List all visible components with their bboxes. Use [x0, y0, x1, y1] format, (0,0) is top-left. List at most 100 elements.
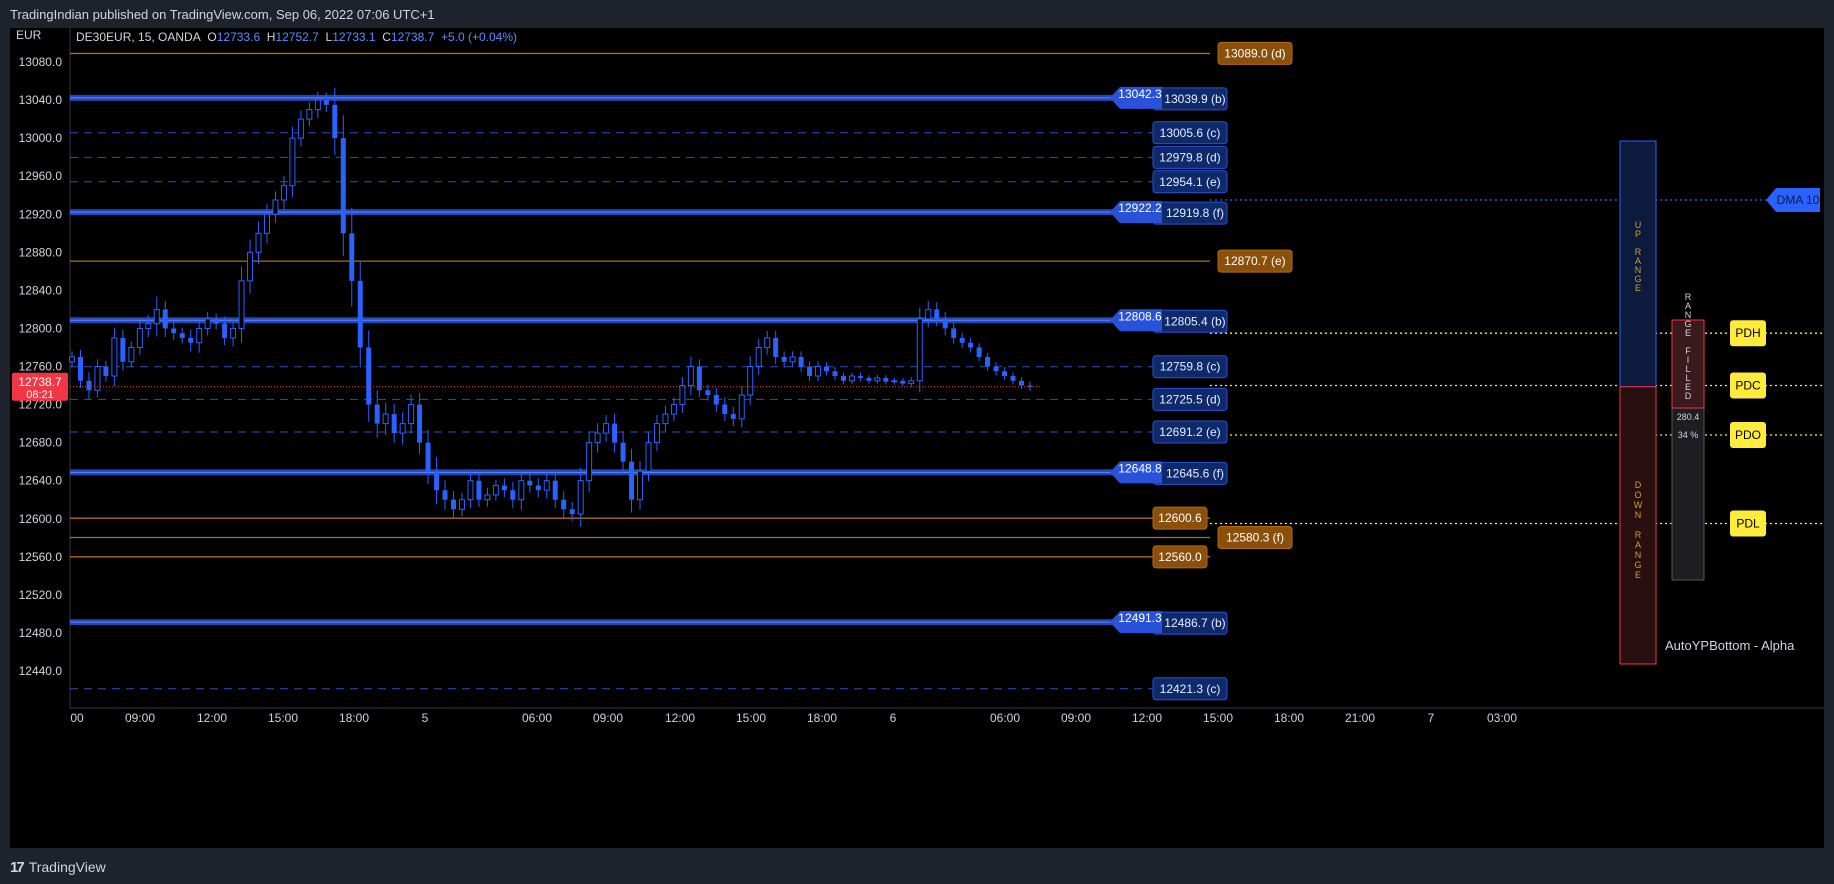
- y-tick-label: 12480.0: [19, 626, 63, 640]
- blue-level-label: 12648.8: [1118, 461, 1162, 475]
- candle-body-up: [747, 366, 754, 396]
- candle-body-down: [188, 337, 194, 343]
- candle-body-down: [840, 376, 846, 381]
- dma-label: DMA 10: [1777, 193, 1820, 207]
- candle-body-up: [670, 404, 677, 415]
- x-tick-label: 21:00: [1345, 711, 1375, 725]
- candle-body-down: [705, 390, 711, 396]
- orange-level-tag: 12870.7 (e): [1224, 254, 1285, 268]
- last-price-label: 12738.7: [18, 375, 62, 389]
- candle-body-down: [510, 490, 516, 500]
- x-tick-label: 09:00: [1061, 711, 1091, 725]
- x-tick-label: 00: [70, 711, 84, 725]
- blue-level-label: 13042.3: [1118, 87, 1162, 101]
- candle-body-up: [662, 413, 669, 425]
- chart-area[interactable]: EUR 13080.0 13040.0 13000.0 12960.0 12920.0 12…: [10, 28, 1824, 848]
- candle-body-down: [425, 442, 431, 472]
- x-tick-label: 12:00: [1132, 711, 1162, 725]
- y-tick-label: 12560.0: [19, 550, 63, 564]
- candle-body-down: [1010, 376, 1016, 381]
- dashed-level-tag: 12759.8 (c): [1160, 360, 1221, 374]
- dashed-level-tag: 12691.2 (e): [1159, 425, 1220, 439]
- prev-day-label: PDL: [1736, 517, 1760, 531]
- legend-l: 12733.1: [332, 30, 382, 44]
- candle-body-down: [120, 337, 126, 362]
- candle-body-up: [306, 109, 313, 120]
- candle-body-down: [417, 404, 423, 443]
- price-chart[interactable]: EUR 13080.0 13040.0 13000.0 12960.0 12920.0 12…: [10, 28, 1824, 848]
- candle-body-up: [637, 470, 644, 501]
- y-tick-label: 13000.0: [19, 131, 63, 145]
- candle-body-up: [145, 323, 152, 329]
- candle-body-up: [204, 318, 211, 329]
- candle-body-up: [848, 375, 855, 382]
- candle-body-down: [451, 499, 457, 510]
- legend-c: 12738.7: [391, 30, 441, 44]
- candle-body-down: [357, 280, 363, 348]
- candle-body-down: [552, 480, 558, 500]
- candle-body-down: [773, 337, 779, 357]
- candle-body-down: [162, 309, 168, 329]
- candle-body-down: [527, 480, 533, 486]
- candle-body-up: [238, 280, 245, 329]
- y-tick-label: 12920.0: [19, 207, 63, 221]
- candle-body-down: [798, 356, 804, 367]
- range-percent: 34 %: [1678, 430, 1699, 440]
- candle-body-down: [1019, 380, 1025, 386]
- candle-body-up: [653, 423, 660, 444]
- candle-body-up: [136, 327, 143, 348]
- candle-body-down: [612, 423, 618, 443]
- range-value: 280.4: [1677, 412, 1700, 422]
- x-tick-label: 18:00: [807, 711, 837, 725]
- candle-body-down: [722, 404, 728, 415]
- tradingview-logo-icon: 17: [10, 858, 25, 876]
- candle-body-up: [484, 494, 491, 501]
- candle-body-down: [620, 442, 626, 462]
- currency-label: EUR: [16, 28, 42, 42]
- dashed-level-tag: 13005.6 (c): [1160, 126, 1221, 140]
- x-tick-label: 18:00: [1274, 711, 1304, 725]
- candle-body-down: [942, 318, 948, 329]
- candle-body-up: [314, 99, 321, 111]
- candle-body-down: [366, 347, 372, 405]
- up-range-label: UP RANGE: [1634, 220, 1641, 293]
- x-tick-label: 15:00: [736, 711, 766, 725]
- candle-body-down: [883, 377, 889, 382]
- y-tick-label: 12760.0: [19, 360, 63, 374]
- candle-body-up: [247, 251, 254, 282]
- x-tick-label: 09:00: [593, 711, 623, 725]
- candle-body-down: [985, 356, 991, 367]
- brand-name: TradingView: [28, 859, 106, 875]
- candle-body-up: [111, 337, 118, 377]
- candle-body-down: [1002, 371, 1008, 377]
- y-tick-label: 13040.0: [19, 93, 63, 107]
- candle-body-down: [501, 485, 507, 491]
- candle-body-up: [230, 327, 237, 339]
- candle-body-down: [807, 366, 813, 377]
- candle-body-up: [272, 199, 279, 215]
- candle-body-up: [543, 480, 550, 491]
- candle-body-down: [374, 404, 380, 424]
- candle-body-down: [993, 366, 999, 372]
- candle-body-down: [976, 347, 982, 357]
- candle-body-up: [467, 480, 474, 501]
- legend-symbol: DE30EUR, 15, OANDA: [76, 30, 207, 44]
- candle-body-up: [382, 413, 389, 425]
- candle-body-down: [77, 356, 83, 381]
- candle-body-up: [916, 318, 923, 382]
- x-tick-label: 03:00: [1487, 711, 1517, 725]
- legend-change: +5.0 (+0.04%): [441, 30, 517, 44]
- legend-c-label: C: [382, 30, 391, 44]
- candle-body-down: [900, 380, 906, 384]
- candle-body-up: [577, 480, 584, 515]
- candle-body-down: [535, 485, 541, 491]
- candle-body-up: [263, 213, 270, 234]
- ohlc-legend: DE30EUR, 15, OANDA O12733.6 H12752.7 L12…: [76, 30, 517, 44]
- candle-body-down: [349, 233, 355, 281]
- blue-level-tag: 12645.6 (f): [1166, 466, 1224, 480]
- candle-body-down: [866, 377, 872, 381]
- orange-level-tag: 12560.0: [1158, 550, 1202, 564]
- y-tick-label: 12840.0: [19, 283, 63, 297]
- candle-body-down: [332, 104, 338, 139]
- countdown-label: 08:21: [26, 389, 54, 401]
